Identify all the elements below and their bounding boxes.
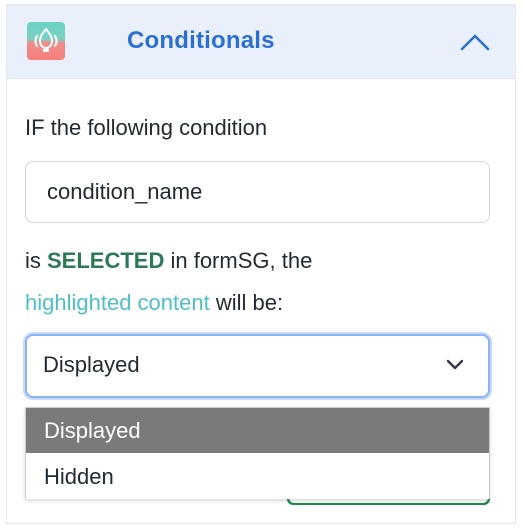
chevron-up-icon xyxy=(460,34,490,51)
panel-header[interactable]: Conditionals xyxy=(7,5,515,79)
selected-suffix: in formSG, the xyxy=(164,248,313,273)
condition-input-value: condition_name xyxy=(47,179,203,204)
panel-title: Conditionals xyxy=(127,27,275,54)
conditionals-panel: Conditionals IF the following condition … xyxy=(6,4,516,524)
option-displayed[interactable]: Displayed xyxy=(26,408,489,453)
selected-keyword: SELECTED xyxy=(47,248,165,273)
display-mode-select[interactable]: Displayed xyxy=(25,334,490,398)
condition-logo-icon xyxy=(27,22,65,60)
result-text: highlighted content will be: xyxy=(25,289,283,317)
result-suffix: will be: xyxy=(209,290,284,315)
select-value: Displayed xyxy=(43,352,140,377)
selected-prefix: is xyxy=(25,248,47,273)
highlighted-content-label: highlighted content xyxy=(25,290,210,315)
chevron-down-icon xyxy=(446,359,464,370)
option-hidden[interactable]: Hidden xyxy=(26,454,489,499)
display-mode-dropdown: Displayed Hidden xyxy=(25,407,490,499)
condition-intro-text: IF the following condition xyxy=(25,115,268,140)
condition-name-input[interactable]: condition_name xyxy=(25,161,490,223)
collapse-button[interactable] xyxy=(455,27,495,57)
selected-state-text: is SELECTED in formSG, the xyxy=(25,247,312,275)
